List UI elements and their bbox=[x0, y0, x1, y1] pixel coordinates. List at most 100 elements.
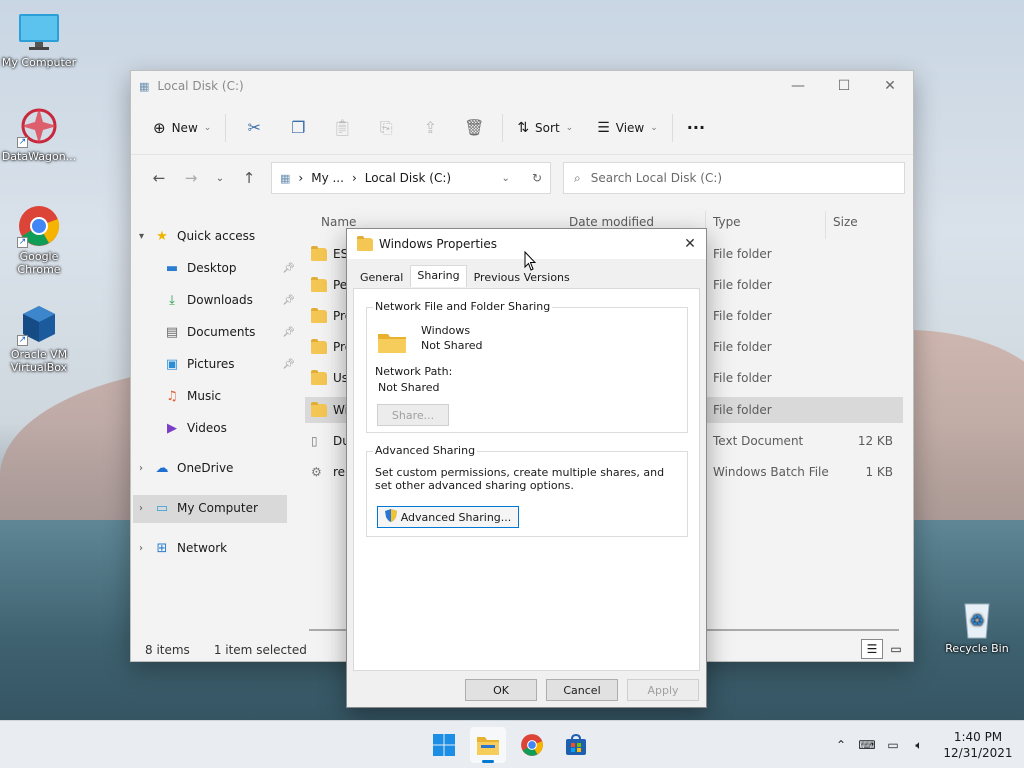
taskbar-file-explorer[interactable] bbox=[470, 727, 506, 763]
file-type: File folder bbox=[713, 371, 772, 385]
chevron-down-icon[interactable]: ⌄ bbox=[502, 173, 510, 184]
sidebar-item-downloads[interactable]: ⤓ Downloads 📌︎ bbox=[163, 287, 295, 313]
breadcrumb-separator-icon: › bbox=[298, 171, 304, 185]
rename-icon: ⎘ bbox=[379, 117, 393, 137]
dialog-close-button[interactable]: ✕ bbox=[674, 236, 706, 252]
tiles-view-icon[interactable]: ▭ bbox=[885, 639, 907, 659]
sidebar-network[interactable]: › ⊞ Network bbox=[139, 535, 227, 561]
sidebar-item-desktop[interactable]: ▬ Desktop 📌︎ bbox=[163, 255, 295, 281]
virtualbox-icon: ↗ bbox=[17, 302, 61, 346]
up-button[interactable]: ↑ bbox=[233, 169, 265, 187]
monitor-icon: ▭ bbox=[155, 500, 169, 516]
minimize-button[interactable]: — bbox=[775, 71, 821, 101]
sidebar-label: Documents bbox=[187, 325, 256, 339]
tab-sharing[interactable]: Sharing bbox=[410, 265, 467, 287]
sidebar-my-computer[interactable]: › ▭ My Computer bbox=[139, 495, 258, 521]
column-header-type[interactable]: Type bbox=[713, 215, 741, 229]
file-type: File folder bbox=[713, 278, 772, 292]
sidebar-label: OneDrive bbox=[177, 461, 234, 475]
sort-button[interactable]: ⇅ Sort ⌄ bbox=[509, 114, 581, 142]
taskbar-chrome[interactable] bbox=[514, 727, 550, 763]
refresh-icon[interactable]: ↻ bbox=[532, 171, 542, 185]
search-icon: ⌕ bbox=[574, 170, 581, 185]
tab-previous-versions[interactable]: Previous Versions bbox=[467, 267, 577, 289]
search-box[interactable]: ⌕ Search Local Disk (C:) bbox=[563, 162, 905, 194]
tab-general[interactable]: General bbox=[353, 267, 410, 289]
chrome-icon bbox=[521, 734, 543, 756]
network-sharing-group: Network File and Folder Sharing Windows … bbox=[366, 300, 688, 433]
advanced-sharing-button[interactable]: Advanced Sharing... bbox=[377, 506, 519, 528]
sidebar-item-music[interactable]: ♫ Music bbox=[163, 383, 221, 409]
cancel-button[interactable]: Cancel bbox=[546, 679, 618, 701]
back-button[interactable]: ← bbox=[143, 169, 175, 187]
column-header-date[interactable]: Date modified bbox=[569, 215, 654, 229]
taskbar-store[interactable] bbox=[558, 727, 594, 763]
paste-button[interactable]: 📋︎ bbox=[320, 112, 364, 143]
file-type: File folder bbox=[713, 340, 772, 354]
clock[interactable]: 1:40 PM 12/31/2021 bbox=[932, 729, 1024, 761]
start-button[interactable] bbox=[426, 727, 462, 763]
address-bar[interactable]: ▦ › My ... › Local Disk (C:) ⌄ ↻ bbox=[271, 162, 551, 194]
desktop-icon-virtualbox[interactable]: ↗ Oracle VM VirtualBox bbox=[0, 302, 78, 374]
close-button[interactable]: ✕ bbox=[867, 71, 913, 101]
recent-locations-button[interactable]: ⌄ bbox=[207, 173, 233, 184]
column-header-name[interactable]: Name bbox=[321, 215, 356, 229]
desktop-icon-label: My Computer bbox=[1, 56, 77, 69]
chevron-right-icon: › bbox=[139, 502, 143, 514]
batch-file-icon: ⚙ bbox=[311, 465, 322, 479]
network-status-icon[interactable]: ▭ bbox=[880, 738, 906, 752]
maximize-button[interactable]: ☐ bbox=[821, 71, 867, 101]
delete-button[interactable]: 🗑︎ bbox=[452, 112, 496, 143]
desktop-icon-datawagon[interactable]: ↗ DataWagon... bbox=[0, 104, 78, 163]
apply-button[interactable]: Apply bbox=[627, 679, 699, 701]
folder-icon bbox=[311, 276, 327, 292]
sidebar-item-videos[interactable]: ▶ Videos bbox=[163, 415, 227, 441]
folder-icon bbox=[311, 338, 327, 354]
sidebar-onedrive[interactable]: › ☁ OneDrive bbox=[139, 455, 233, 481]
chevron-up-icon[interactable]: ⌃ bbox=[828, 738, 854, 752]
desktop-icon: ▬ bbox=[165, 260, 179, 276]
share-button[interactable]: ⇪ bbox=[408, 112, 452, 143]
chevron-right-icon: › bbox=[139, 542, 143, 554]
explorer-titlebar[interactable]: ▦ Local Disk (C:) — ☐ ✕ bbox=[131, 71, 913, 101]
pin-icon: 📌︎ bbox=[282, 262, 295, 274]
keyboard-icon[interactable]: ⌨ bbox=[854, 738, 880, 752]
volume-icon[interactable]: 🔈︎ bbox=[906, 738, 932, 753]
details-view-icon[interactable]: ☰ bbox=[861, 639, 883, 659]
desktop-icon-my-computer[interactable]: My Computer bbox=[0, 10, 78, 69]
chevron-right-icon: › bbox=[139, 462, 143, 474]
separator bbox=[225, 113, 227, 142]
copy-button[interactable]: ❐ bbox=[276, 112, 320, 143]
cut-button[interactable]: ✂ bbox=[232, 112, 276, 143]
folder-icon bbox=[311, 245, 327, 261]
sidebar-item-pictures[interactable]: ▣ Pictures 📌︎ bbox=[163, 351, 295, 377]
breadcrumb-local-disk[interactable]: Local Disk (C:) bbox=[365, 171, 451, 185]
cloud-icon: ☁ bbox=[155, 460, 169, 476]
folder-icon bbox=[477, 737, 499, 755]
column-divider[interactable] bbox=[825, 211, 826, 239]
breadcrumb-my-computer[interactable]: My ... bbox=[311, 171, 344, 185]
chevron-down-icon: ⌄ bbox=[650, 122, 658, 133]
search-input[interactable]: Search Local Disk (C:) bbox=[591, 171, 722, 185]
scissors-icon: ✂ bbox=[247, 118, 262, 137]
recycle-bin-icon: ♻ bbox=[955, 596, 999, 640]
share-button[interactable]: Share... bbox=[377, 404, 449, 426]
sidebar-quick-access[interactable]: ▾ ★ Quick access bbox=[139, 223, 255, 249]
sidebar-item-documents[interactable]: ▤ Documents 📌︎ bbox=[163, 319, 295, 345]
forward-button[interactable]: → bbox=[175, 169, 207, 187]
more-options-button[interactable]: ··· bbox=[679, 112, 713, 143]
clipboard-icon: 📋︎ bbox=[332, 118, 353, 137]
ok-button[interactable]: OK bbox=[465, 679, 537, 701]
column-header-size[interactable]: Size bbox=[833, 215, 858, 229]
video-icon: ▶ bbox=[167, 420, 177, 436]
system-tray: ⌃ ⌨ ▭ 🔈︎ 1:40 PM 12/31/2021 bbox=[828, 721, 1024, 768]
rename-button[interactable]: ⎘ bbox=[364, 112, 408, 144]
download-icon: ⤓ bbox=[169, 292, 175, 308]
view-toggle: ☰ ▭ bbox=[861, 639, 907, 659]
view-button[interactable]: ☰ View ⌄ bbox=[589, 114, 666, 142]
new-button[interactable]: ⊕ New ⌄ bbox=[145, 113, 219, 143]
desktop-icon-recycle-bin[interactable]: ♻ Recycle Bin bbox=[938, 596, 1016, 655]
taskbar: ⌃ ⌨ ▭ 🔈︎ 1:40 PM 12/31/2021 bbox=[0, 720, 1024, 768]
desktop-icon-chrome[interactable]: ↗ Google Chrome bbox=[0, 204, 78, 276]
clock-time: 1:40 PM bbox=[953, 730, 1003, 744]
